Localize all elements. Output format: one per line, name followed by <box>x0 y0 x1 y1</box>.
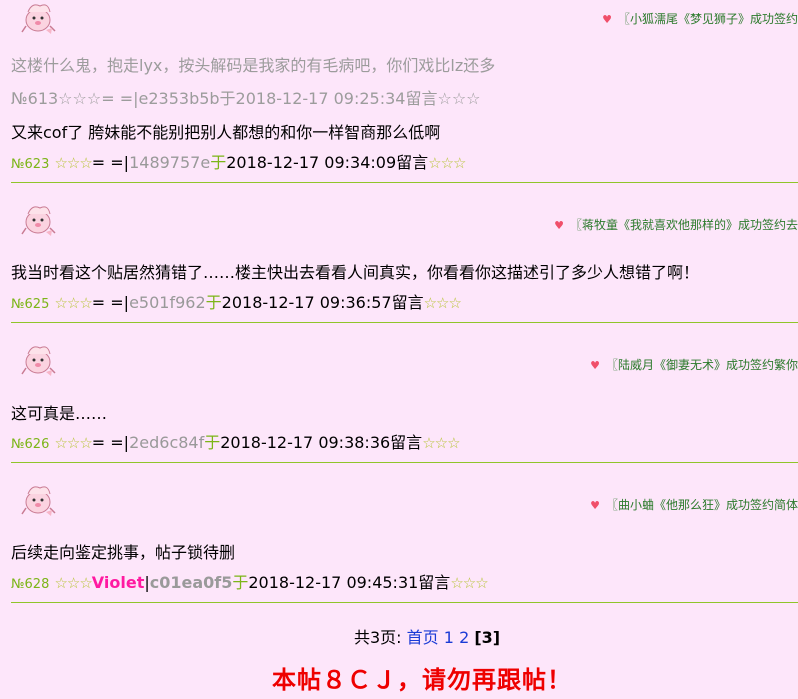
post-time: 2018-12-17 09:38:36留言 <box>220 433 423 452</box>
page-1-link[interactable]: 1 <box>444 628 454 647</box>
current-page: [3] <box>474 628 501 647</box>
quoted-text: 这楼什么鬼，抱走lyx，按头解码是我家的有毛病吧，你们戏比lz还多 <box>11 56 496 75</box>
post-body: 又来cof了 胯妹能不能别把别人都想的和你一样智商那么低啊 <box>11 123 441 142</box>
pig-avatar-icon <box>18 0 58 36</box>
divider <box>11 182 798 183</box>
post-body: 我当时看这个贴居然猜错了……楼主快出去看看人间真实，你看看你这描述引了多少人想错… <box>11 263 700 282</box>
ad-banner[interactable]: ♥ 〖蒋牧童《我就喜欢他那样的》成功签约去 <box>554 216 798 233</box>
ad-banner[interactable]: ♥ 〖曲小蛐《他那么狂》成功签约简体 <box>590 496 798 513</box>
pig-avatar-icon <box>18 340 58 378</box>
pagination: 共3页: 首页 1 2 [3] <box>354 624 500 648</box>
poster-name: = =| <box>91 433 130 452</box>
page-2-link[interactable]: 2 <box>459 628 469 647</box>
heart-icon: ♥ <box>554 219 564 232</box>
poster-hash: c01ea0f5 <box>149 573 233 592</box>
poster-name: = =| <box>91 293 130 312</box>
heart-icon: ♥ <box>590 359 600 372</box>
post-meta: №626 ☆☆☆= =|2ed6c84f于2018-12-17 09:38:36… <box>11 433 461 452</box>
ad-banner[interactable]: ♥ 〖陆威月《御妻无术》成功签约繁你 <box>590 356 798 373</box>
post-body: 这可真是…… <box>11 404 108 423</box>
divider <box>11 462 798 463</box>
pig-avatar-icon <box>18 480 58 518</box>
poster-name: = =| <box>91 153 130 172</box>
divider <box>11 602 798 603</box>
poster-hash: 2ed6c84f <box>129 433 205 452</box>
quoted-meta: №613☆☆☆= =|e2353b5b于2018-12-17 09:25:34留… <box>11 89 481 108</box>
first-page-link[interactable]: 首页 <box>407 628 439 647</box>
thread-closed-notice: 本帖８ＣＪ，请勿再跟帖！ <box>272 666 572 694</box>
post-time: 2018-12-17 09:34:09留言 <box>226 153 429 172</box>
poster-hash: 1489757e <box>129 153 211 172</box>
heart-icon: ♥ <box>590 499 600 512</box>
post-meta: №623 ☆☆☆= =|1489757e于2018-12-17 09:34:09… <box>11 153 466 172</box>
poster-name: Violet <box>91 573 145 592</box>
post-meta: №628 ☆☆☆Violet|c01ea0f5于2018-12-17 09:45… <box>11 573 489 592</box>
ad-banner[interactable]: ♥ 〖小狐濡尾《梦见狮子》成功签约 <box>602 10 798 27</box>
pig-avatar-icon <box>18 200 58 238</box>
post-body: 后续走向鉴定挑事，帖子锁待删 <box>11 543 236 562</box>
poster-hash: e501f962 <box>129 293 206 312</box>
post-time: 2018-12-17 09:45:31留言 <box>248 573 451 592</box>
divider <box>11 322 798 323</box>
post-time: 2018-12-17 09:36:57留言 <box>221 293 424 312</box>
page-count: 共3页: <box>354 628 402 647</box>
heart-icon: ♥ <box>602 13 612 26</box>
post-meta: №625 ☆☆☆= =|e501f962于2018-12-17 09:36:57… <box>11 293 462 312</box>
